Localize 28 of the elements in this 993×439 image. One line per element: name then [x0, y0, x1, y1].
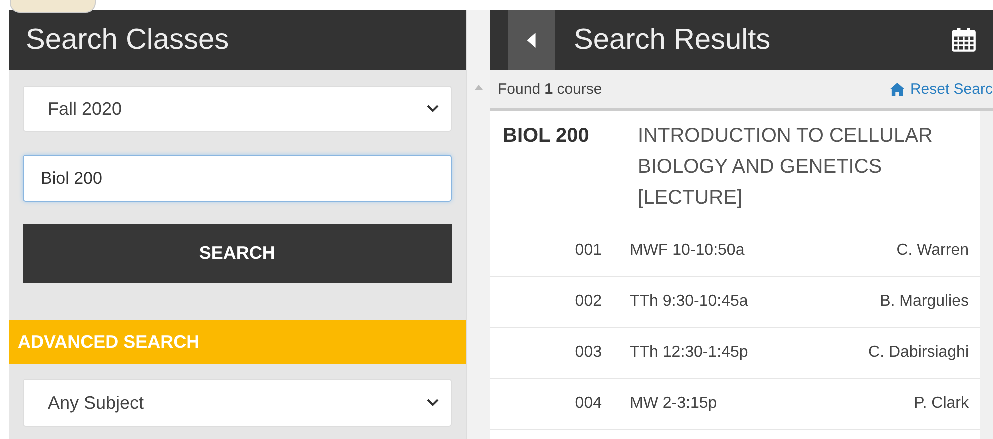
instructor-name: B. Margulies — [880, 293, 970, 311]
panel-title: Search Results — [573, 24, 772, 56]
chevron-down-icon — [426, 399, 439, 407]
search-button[interactable]: SEARCH — [23, 224, 452, 283]
reset-search-link[interactable]: Reset Searc — [890, 80, 993, 98]
results-count: Found 1 course — [498, 80, 602, 98]
section-number: 003 — [574, 344, 602, 362]
instructor-name: C. Dabirsiaghi — [868, 344, 970, 362]
course-code: BIOL 200 — [503, 125, 590, 149]
section-schedule: MW 2-3:15p — [630, 395, 718, 413]
instructor-name: P. Clark — [914, 395, 970, 413]
term-select[interactable]: Fall 2020 — [23, 86, 452, 132]
section-schedule: TTh 9:30-10:45a — [630, 293, 750, 311]
section-number: 004 — [574, 395, 602, 413]
home-icon — [890, 82, 906, 96]
chevron-down-icon — [426, 105, 439, 113]
back-arrow-icon — [527, 32, 536, 48]
calendar-icon[interactable] — [951, 27, 977, 53]
section-schedule: MWF 10-10:50a — [630, 242, 746, 260]
search-field[interactable]: Biol 200 — [23, 155, 452, 202]
section-number: 002 — [574, 293, 602, 311]
subject-select[interactable]: Any Subject — [23, 379, 452, 427]
instructor-name: C. Warren — [896, 242, 970, 260]
section-number: 001 — [574, 242, 602, 260]
section-schedule: TTh 12:30-1:45p — [630, 344, 750, 362]
course-title: INTRODUCTION TO CELLULAR BIOLOGY AND GENETICS [LECTURE] — [638, 124, 934, 211]
back-button[interactable] — [508, 10, 555, 70]
panel-title: Search Classes — [25, 24, 230, 56]
